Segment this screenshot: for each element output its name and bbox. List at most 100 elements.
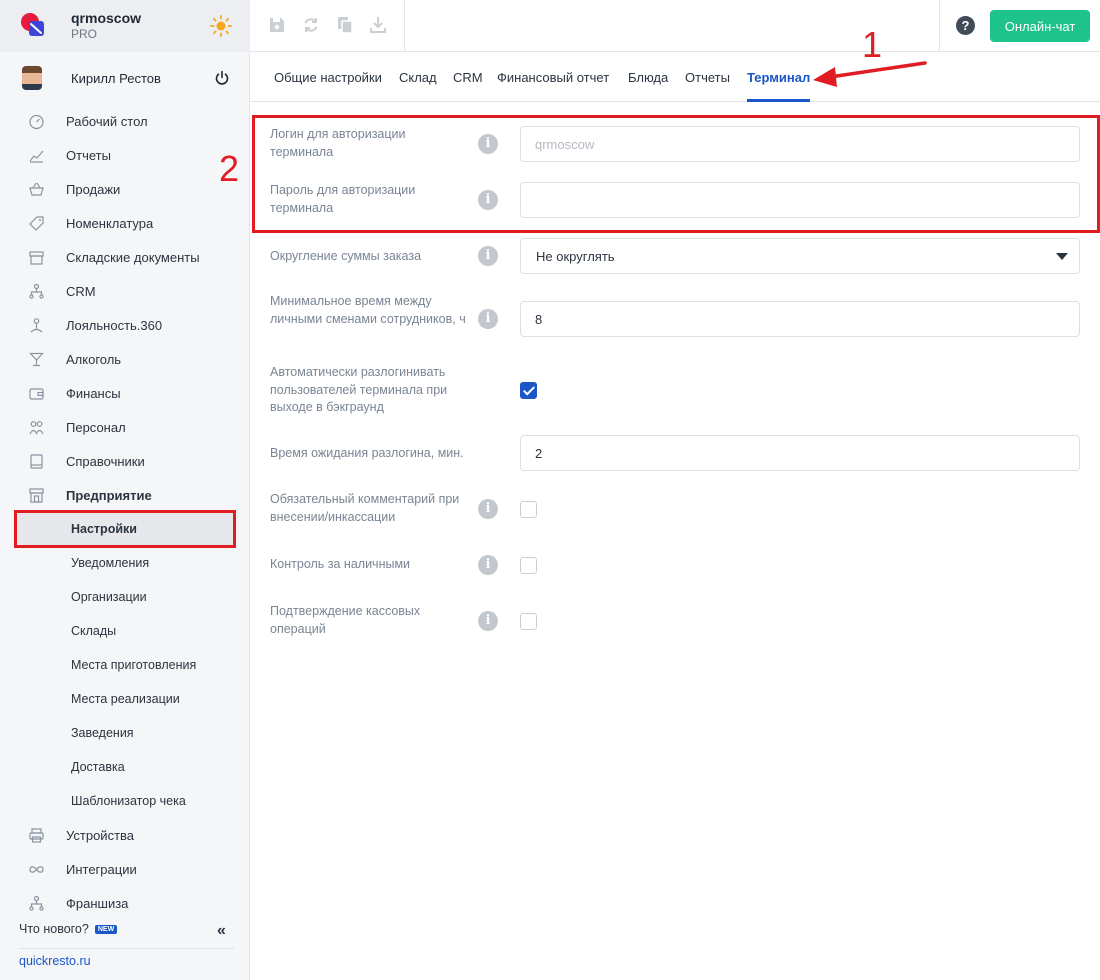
- sidebar-item-label: Лояльность.360: [66, 318, 163, 333]
- new-badge: NEW: [94, 925, 118, 935]
- sidebar-subitem-sales-places[interactable]: Места реализации: [0, 682, 250, 716]
- book-icon: [30, 454, 43, 469]
- cash-control-checkbox[interactable]: [520, 557, 537, 574]
- sidebar-item-label: Интеграции: [66, 862, 137, 877]
- sidebar-subitem-warehouses[interactable]: Склады: [0, 614, 250, 648]
- sidebar-item-label: Рабочий стол: [66, 114, 148, 129]
- sidebar-subitem-receipt-template[interactable]: Шаблонизатор чека: [0, 784, 250, 818]
- basket-icon: [29, 182, 44, 196]
- printer-icon: [29, 828, 44, 843]
- min-shift-label: Минимальное время между личными сменами …: [270, 294, 466, 326]
- whats-new-label: Что нового?: [19, 922, 89, 936]
- sidebar-item-warehouse-docs[interactable]: Складские документы: [0, 240, 250, 274]
- info-icon[interactable]: i: [478, 611, 498, 631]
- tab-crm[interactable]: CRM: [453, 70, 483, 85]
- sidebar-item-label: Складские документы: [66, 250, 200, 265]
- help-icon[interactable]: ?: [956, 16, 975, 35]
- online-chat-button[interactable]: Онлайн-чат: [990, 10, 1090, 42]
- sidebar-subitem-label: Шаблонизатор чека: [71, 794, 186, 808]
- sidebar-item-label: CRM: [66, 284, 96, 299]
- sun-icon[interactable]: [210, 15, 232, 37]
- sidebar-subitem-delivery[interactable]: Доставка: [0, 750, 250, 784]
- sidebar-item-nomenclature[interactable]: Номенклатура: [0, 206, 250, 240]
- sidebar-item-reports[interactable]: Отчеты: [0, 138, 250, 172]
- collapse-sidebar-icon[interactable]: «: [217, 922, 226, 940]
- site-link[interactable]: quickresto.ru: [19, 954, 91, 968]
- sidebar-item-label: Финансы: [66, 386, 121, 401]
- annotation-arrow-icon: [813, 61, 927, 87]
- info-icon[interactable]: i: [478, 309, 498, 329]
- sidebar-item-references[interactable]: Справочники: [0, 444, 250, 478]
- rounding-select-value: Не округлять: [536, 249, 615, 264]
- tab-general[interactable]: Общие настройки: [274, 70, 382, 85]
- power-icon[interactable]: [214, 70, 230, 86]
- quickresto-logo: [21, 13, 44, 36]
- sidebar-item-sales[interactable]: Продажи: [0, 172, 250, 206]
- annotation-number-2: 2: [219, 148, 240, 189]
- user-profile[interactable]: Кирилл Рестов: [0, 60, 250, 96]
- sidebar-subitem-label: Доставка: [71, 760, 125, 774]
- tag-icon: [29, 216, 44, 231]
- info-icon[interactable]: i: [478, 499, 498, 519]
- sidebar-subitem-cooking-places[interactable]: Места приготовления: [0, 648, 250, 682]
- info-icon[interactable]: i: [478, 246, 498, 266]
- sidebar-item-loyalty[interactable]: Лояльность.360: [0, 308, 250, 342]
- tab-warehouse[interactable]: Склад: [399, 70, 437, 85]
- sidebar-subitem-notifications[interactable]: Уведомления: [0, 546, 250, 580]
- copy-icon[interactable]: [335, 15, 355, 35]
- cash-confirm-checkbox[interactable]: [520, 613, 537, 630]
- info-icon[interactable]: i: [478, 555, 498, 575]
- tab-terminal[interactable]: Терминал: [747, 70, 811, 102]
- loyalty-icon: [30, 318, 43, 333]
- min-shift-field[interactable]: [520, 301, 1080, 337]
- sidebar-item-dashboard[interactable]: Рабочий стол: [0, 104, 250, 138]
- org-icon: [29, 283, 44, 299]
- logout-wait-field[interactable]: [520, 435, 1080, 471]
- sidebar-subitem-label: Организации: [71, 590, 147, 604]
- sidebar-item-label: Персонал: [66, 420, 126, 435]
- rounding-select[interactable]: Не округлять: [520, 238, 1080, 274]
- chart-icon: [29, 150, 44, 163]
- sidebar-item-label: Устройства: [66, 828, 135, 843]
- people-icon: [29, 421, 44, 435]
- sidebar-subitem-settings[interactable]: Настройки: [14, 510, 236, 548]
- gauge-icon: [29, 114, 44, 130]
- download-icon[interactable]: [368, 15, 388, 35]
- sidebar-item-alcohol[interactable]: Алкоголь: [0, 342, 250, 376]
- sidebar-item-label: Продажи: [66, 182, 121, 197]
- sidebar-item-crm[interactable]: CRM: [0, 274, 250, 308]
- sidebar-item-devices[interactable]: Устройства: [0, 818, 250, 852]
- cash-control-label: Контроль за наличными: [270, 557, 411, 571]
- glass-icon: [29, 352, 44, 367]
- brand-plan: PRO: [71, 27, 98, 41]
- sidebar-item-finance[interactable]: Финансы: [0, 376, 250, 410]
- sidebar-subitem-label: Настройки: [71, 522, 137, 536]
- sidebar-subitem-label: Уведомления: [71, 556, 150, 570]
- save-icon[interactable]: [267, 15, 287, 35]
- auto-logout-label: Автоматически разлогинивать пользователе…: [270, 365, 448, 414]
- mandatory-comment-checkbox[interactable]: [520, 501, 537, 518]
- tab-reports[interactable]: Отчеты: [685, 70, 730, 85]
- tab-dishes[interactable]: Блюда: [628, 70, 668, 85]
- auto-logout-checkbox[interactable]: [520, 382, 537, 399]
- brand-name: qrmoscow: [71, 10, 142, 26]
- sidebar-item-label: Алкоголь: [66, 352, 122, 367]
- whats-new-link[interactable]: Что нового? NEW: [19, 922, 118, 936]
- user-name: Кирилл Рестов: [71, 71, 161, 86]
- org-icon: [29, 895, 44, 911]
- sidebar-item-enterprise[interactable]: Предприятие: [0, 478, 250, 512]
- refresh-icon[interactable]: [301, 15, 321, 35]
- sidebar-item-label: Номенклатура: [66, 216, 154, 231]
- sidebar-divider: [19, 948, 234, 949]
- sidebar-subitem-organizations[interactable]: Организации: [0, 580, 250, 614]
- avatar: [22, 66, 42, 90]
- sidebar-subitem-venues[interactable]: Заведения: [0, 716, 250, 750]
- tab-financial-report[interactable]: Финансовый отчет: [497, 70, 609, 85]
- sidebar-item-integrations[interactable]: Интеграции: [0, 852, 250, 886]
- sidebar-nav: Рабочий стол Отчеты Продажи Номенклатура…: [0, 104, 250, 920]
- sidebar-item-franchise[interactable]: Франшиза: [0, 886, 250, 920]
- sidebar-subitem-label: Места приготовления: [71, 658, 197, 672]
- toolbar: ? Онлайн-чат: [250, 0, 1100, 52]
- sidebar-item-staff[interactable]: Персонал: [0, 410, 250, 444]
- sidebar: qrmoscow PRO Кирилл Рестов Рабочий стол …: [0, 0, 250, 980]
